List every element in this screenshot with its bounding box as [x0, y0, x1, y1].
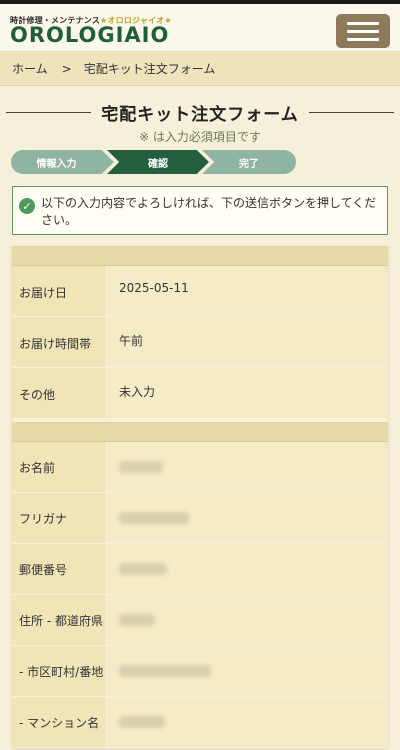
section-header-delivery [12, 246, 388, 266]
hamburger-icon-bar [347, 29, 379, 33]
progress-steps: 情報入力 確認 完了 [11, 150, 296, 176]
table-row: お名前 [12, 442, 388, 493]
row-label: 郵便番号 [12, 544, 107, 594]
title-rule-left [6, 111, 92, 113]
row-label: フリガナ [12, 493, 107, 543]
required-note: ※ は入力必須項目です [139, 130, 261, 144]
hamburger-icon-bar [347, 21, 379, 25]
row-label: その他 [12, 368, 107, 418]
hamburger-icon-bar [347, 37, 379, 41]
notice-text: 以下の入力内容でよろしければ、下の送信ボタンを押してください。 [41, 196, 377, 227]
breadcrumb-current: 宅配キット注文フォーム [83, 62, 216, 76]
row-value: 午前 [107, 317, 388, 367]
redacted-value [119, 461, 163, 473]
redacted-value [119, 512, 189, 524]
check-circle-icon: ✓ [19, 198, 35, 214]
site-header: 時計修理・メンテナンス★オロロジャイオ★ OROLOGIAIO [0, 4, 400, 52]
redacted-value [119, 665, 211, 677]
step-input: 情報入力 [11, 150, 114, 174]
confirm-notice: ✓ 以下の入力内容でよろしければ、下の送信ボタンを押してください。 [12, 186, 388, 235]
row-label: お名前 [12, 442, 107, 492]
table-row: お届け日 2025-05-11 [12, 266, 388, 317]
breadcrumb-home-link[interactable]: ホーム [12, 60, 48, 77]
table-row: - マンション名 [12, 697, 388, 748]
row-label: お届け時間帯 [12, 317, 107, 367]
step-complete: 完了 [202, 150, 296, 174]
row-value-redacted [107, 493, 388, 543]
breadcrumb-separator: > [61, 61, 72, 76]
redacted-value [119, 563, 167, 575]
title-rule-right [308, 111, 394, 113]
row-value-redacted [107, 697, 388, 747]
row-label: 住所 - 都道府県 [12, 595, 107, 645]
row-value-redacted [107, 595, 388, 645]
site-logo[interactable]: OROLOGIAIO [10, 23, 169, 47]
hamburger-menu-button[interactable] [336, 14, 390, 48]
row-label: お届け日 [12, 266, 107, 316]
row-value-redacted [107, 544, 388, 594]
row-value: 未入力 [107, 368, 388, 418]
page-title-block: 宅配キット注文フォーム [0, 98, 400, 126]
row-value: 2025-05-11 [107, 266, 388, 316]
page-title: 宅配キット注文フォーム [101, 104, 299, 125]
row-label: - マンション名 [12, 697, 107, 747]
redacted-value [119, 716, 165, 728]
breadcrumb: ホーム > 宅配キット注文フォーム [0, 52, 400, 86]
row-value-redacted [107, 442, 388, 492]
table-row: - 市区町村/番地 [12, 646, 388, 697]
row-label: - 市区町村/番地 [12, 646, 107, 696]
table-row: 郵便番号 [12, 544, 388, 595]
redacted-value [119, 614, 155, 626]
table-row: その他 未入力 [12, 368, 388, 419]
confirmation-table: お届け日 2025-05-11 お届け時間帯 午前 その他 未入力 お名前 フリ… [12, 246, 388, 748]
table-row: フリガナ [12, 493, 388, 544]
section-header-customer [12, 422, 388, 442]
table-row: 住所 - 都道府県 [12, 595, 388, 646]
row-value-redacted [107, 646, 388, 696]
table-row: お届け時間帯 午前 [12, 317, 388, 368]
step-confirm: 確認 [107, 150, 209, 174]
